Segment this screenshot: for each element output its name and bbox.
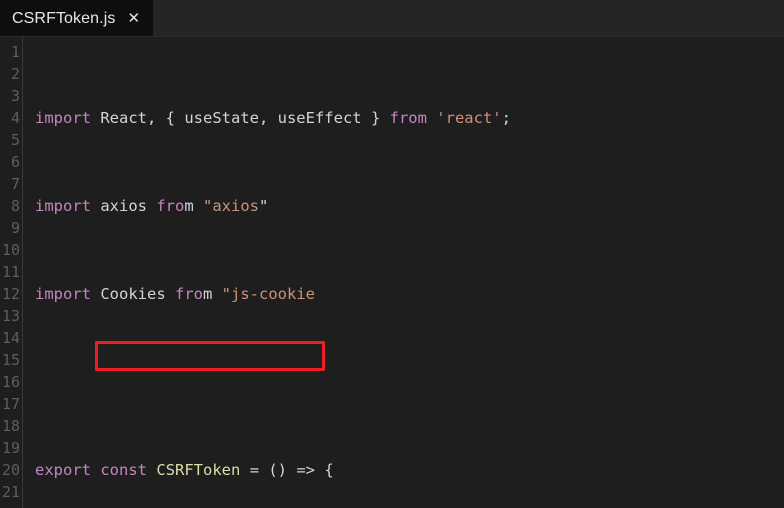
line-number: 5 [10,131,20,149]
line-number: 15 [1,351,20,369]
line-number: 9 [10,219,20,237]
code-line: import React, { useState, useEffect } fr… [35,109,511,127]
line-number: 12 [1,285,20,303]
code-content[interactable]: import React, { useState, useEffect } fr… [23,37,784,508]
line-number: 19 [1,439,20,457]
code-line: import Cookies from "js-cookie [35,285,315,303]
code-line: import axios from "axios" [35,197,269,215]
line-number: 14 [1,329,20,347]
code-editor[interactable]: 1 2 3 4 5 6 7 8 9 10 11 12 13 14 15 16 1… [0,37,784,508]
line-number-gutter: 1 2 3 4 5 6 7 8 9 10 11 12 13 14 15 16 1… [0,37,23,508]
close-icon[interactable]: ✕ [124,9,143,29]
line-number: 7 [10,175,20,193]
line-number: 17 [1,395,20,413]
line-number: 20 [1,461,20,479]
line-number: 2 [10,65,20,83]
editor-tab-bar: CSRFToken.js ✕ [0,0,784,37]
tab-label: CSRFToken.js [12,9,116,27]
line-number: 10 [1,241,20,259]
line-number: 11 [1,263,20,281]
line-number: 6 [10,153,20,171]
line-number: 21 [1,483,20,501]
code-line: export const CSRFToken = () => { [35,461,334,479]
line-number: 3 [10,87,20,105]
line-number: 16 [1,373,20,391]
line-number: 8 [10,197,20,215]
tab-csrftoken-js[interactable]: CSRFToken.js ✕ [0,0,154,37]
line-number: 4 [10,109,20,127]
line-number: 18 [1,417,20,435]
line-number: 13 [1,307,20,325]
line-number: 1 [10,43,20,61]
